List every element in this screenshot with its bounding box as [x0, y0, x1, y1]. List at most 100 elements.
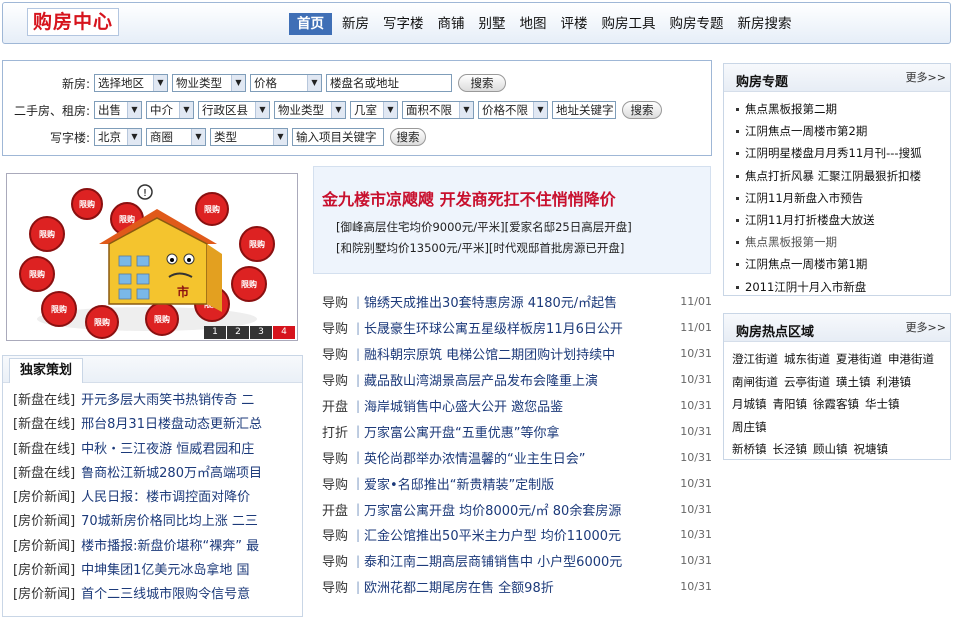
exclusive-tab[interactable]: 独家策划	[9, 358, 84, 383]
news-title[interactable]: 锦绣天成推出30套特惠房源 4180元/㎡起售	[364, 292, 617, 311]
nav-tools[interactable]: 购房工具	[595, 13, 663, 35]
news-row[interactable]: 开盘 | 万家富公寓开盘 均价8000元/㎡ 80余套房源 10/31	[322, 496, 712, 522]
news-row[interactable]: 导购 | 英伦尚郡举办浓情温馨的“业主生日会” 10/31	[322, 444, 712, 470]
search-office-button[interactable]: 搜索	[390, 128, 426, 146]
list-item[interactable]: [新盘在线] 鲁商松江新城280万㎡高端项目	[13, 462, 285, 486]
hot-areas-more-link[interactable]: 更多>>	[906, 319, 946, 335]
pager-1[interactable]: 1	[204, 326, 226, 339]
list-item[interactable]: [新盘在线] 邢台8月31日楼盘动态更新汇总	[13, 413, 285, 437]
news-row[interactable]: 导购 | 欧洲花都二期尾房在售 全额98折 10/31	[322, 574, 712, 600]
topic-item[interactable]: 江阴焦点一周楼市第1期	[736, 253, 950, 275]
topic-item[interactable]: 焦点打折风暴 汇聚江阴最狠折扣楼	[736, 165, 950, 187]
search-second-hand-button[interactable]: 搜索	[622, 101, 662, 119]
area-link[interactable]: 城东街道	[784, 352, 830, 366]
rooms-select[interactable]: 几室 ▼	[350, 101, 398, 119]
news-row[interactable]: 导购 | 锦绣天成推出30套特惠房源 4180元/㎡起售 11/01	[322, 289, 712, 315]
topic-item[interactable]: 江阴明星楼盘月月秀11月刊---搜狐	[736, 142, 950, 164]
list-item[interactable]: [新盘在线] 中秋・三江夜游 恒威君园和庄	[13, 438, 285, 462]
site-logo[interactable]: 购房中心	[27, 8, 119, 36]
area-link[interactable]: 澄江街道	[732, 352, 778, 366]
list-item[interactable]: [房价新闻] 人民日报：楼市调控面对降价	[13, 486, 285, 510]
news-row[interactable]: 开盘 | 海岸城销售中心盛大公开 邀您品鉴 10/31	[322, 393, 712, 419]
headline-title[interactable]: 金九楼市凉飕飕 开发商死扛不住悄悄降价	[322, 186, 616, 210]
district-select[interactable]: 行政区县 ▼	[198, 101, 270, 119]
topic-item[interactable]: 焦点黑板报第一期	[736, 231, 950, 253]
news-title[interactable]: 英伦尚郡举办浓情温馨的“业主生日会”	[364, 448, 585, 467]
news-title[interactable]: 藏品敔山湾湖景高层产品发布会隆重上演	[364, 370, 598, 389]
search-new-house-button[interactable]: 搜索	[458, 74, 506, 92]
topic-item[interactable]: 江阴焦点一周楼市第2期	[736, 120, 950, 142]
news-row[interactable]: 导购 | 爱家•名邸推出“新贵精装”定制版 10/31	[322, 470, 712, 496]
headline-sub-1[interactable]: [御峰高层住宅均价9000元/平米][爱家名邸25日高层开盘]	[336, 219, 632, 235]
news-row[interactable]: 导购 | 长晟豪生环球公寓五星级样板房11月6日公开 11/01	[322, 315, 712, 341]
project-name-input[interactable]: 楼盘名或地址	[326, 74, 452, 92]
business-district-select[interactable]: 商圈 ▼	[146, 128, 206, 146]
news-title[interactable]: 泰和江南二期高层商铺销售中 小户型6000元	[364, 551, 622, 570]
agent-select[interactable]: 中介 ▼	[146, 101, 194, 119]
nav-home[interactable]: 首页	[289, 13, 332, 35]
news-row[interactable]: 打折 | 万家富公寓开盘“五重优惠”等你拿 10/31	[322, 418, 712, 444]
nav-office[interactable]: 写字楼	[376, 13, 431, 35]
price-select[interactable]: 价格 ▼	[250, 74, 322, 92]
area-link[interactable]: 徐霞客镇	[813, 397, 859, 411]
address-keyword-input[interactable]: 地址关键字	[552, 101, 616, 119]
list-item[interactable]: [房价新闻] 首个二三线城市限购令信号意	[13, 583, 285, 607]
nav-villa[interactable]: 别墅	[472, 13, 513, 35]
topic-item[interactable]: 焦点黑板报第二期	[736, 98, 950, 120]
nav-search[interactable]: 新房搜索	[731, 13, 799, 35]
topics-more-link[interactable]: 更多>>	[906, 69, 946, 85]
news-row[interactable]: 导购 | 泰和江南二期高层商铺销售中 小户型6000元 10/31	[322, 548, 712, 574]
nav-map[interactable]: 地图	[513, 13, 554, 35]
area-link[interactable]: 璜土镇	[836, 375, 871, 389]
city-select[interactable]: 北京 ▼	[94, 128, 142, 146]
area-link[interactable]: 新桥镇	[732, 442, 767, 456]
area-link[interactable]: 月城镇	[732, 397, 767, 411]
list-item[interactable]: [房价新闻] 70城新房价格同比均上涨 二三	[13, 510, 285, 534]
news-title[interactable]: 长晟豪生环球公寓五星级样板房11月6日公开	[364, 318, 623, 337]
news-title[interactable]: 万家富公寓开盘“五重优惠”等你拿	[364, 422, 559, 441]
area-link[interactable]: 云亭街道	[784, 375, 830, 389]
topic-item[interactable]: 2011江阴十月入市新盘	[736, 276, 950, 298]
office-keyword-input[interactable]: 输入项目关键字	[292, 128, 384, 146]
area-link[interactable]: 利港镇	[877, 375, 912, 389]
news-title[interactable]: 万家富公寓开盘 均价8000元/㎡ 80余套房源	[364, 500, 621, 519]
area-link[interactable]: 夏港街道	[836, 352, 882, 366]
news-row[interactable]: 导购 | 融科朝宗原筑 电梯公馆二期团购计划持续中 10/31	[322, 341, 712, 367]
pager-4[interactable]: 4	[273, 326, 295, 339]
topic-item[interactable]: 江阴11月新盘入市预告	[736, 187, 950, 209]
news-row[interactable]: 导购 | 汇金公馆推出50平米主力户型 均价11000元 10/31	[322, 522, 712, 548]
news-row[interactable]: 导购 | 藏品敔山湾湖景高层产品发布会隆重上演 10/31	[322, 367, 712, 393]
news-title[interactable]: 融科朝宗原筑 电梯公馆二期团购计划持续中	[364, 344, 615, 363]
news-title[interactable]: 欧洲花都二期尾房在售 全额98折	[364, 577, 554, 596]
area-link[interactable]: 祝塘镇	[854, 442, 889, 456]
news-title[interactable]: 海岸城销售中心盛大公开 邀您品鉴	[364, 396, 563, 415]
area-link[interactable]: 南闸街道	[732, 375, 778, 389]
area-link[interactable]: 华士镇	[865, 397, 900, 411]
list-item[interactable]: [房价新闻] 楼市播报:新盘价堪称“裸奔” 最	[13, 535, 285, 559]
property-type-select[interactable]: 物业类型 ▼	[172, 74, 246, 92]
banner-slideshow[interactable]: 限购 限购 限购 限购 限购 限购 限购 限购 限购 限购 限购 市 !	[6, 173, 298, 341]
property-type-select-2[interactable]: 物业类型 ▼	[274, 101, 346, 119]
news-title[interactable]: 汇金公馆推出50平米主力户型 均价11000元	[364, 525, 621, 544]
nav-new-house[interactable]: 新房	[335, 13, 376, 35]
region-select[interactable]: 选择地区 ▼	[94, 74, 168, 92]
nav-topics[interactable]: 购房专题	[663, 13, 731, 35]
list-item[interactable]: [房价新闻] 中坤集团1亿美元冰岛拿地 国	[13, 559, 285, 583]
area-link[interactable]: 青阳镇	[773, 397, 808, 411]
area-select[interactable]: 面积不限 ▼	[402, 101, 474, 119]
headline-sub-2[interactable]: [和院别墅均价13500元/平米][时代观邸首批房源已开盘]	[336, 240, 624, 256]
nav-shop[interactable]: 商铺	[431, 13, 472, 35]
area-link[interactable]: 长泾镇	[773, 442, 808, 456]
price-select-2[interactable]: 价格不限 ▼	[478, 101, 548, 119]
news-title[interactable]: 爱家•名邸推出“新贵精装”定制版	[364, 474, 554, 493]
pager-2[interactable]: 2	[227, 326, 249, 339]
area-link[interactable]: 顾山镇	[813, 442, 848, 456]
area-link[interactable]: 申港街道	[888, 352, 934, 366]
area-link[interactable]: 周庄镇	[732, 420, 767, 434]
sale-type-select[interactable]: 出售 ▼	[94, 101, 142, 119]
nav-review[interactable]: 评楼	[554, 13, 595, 35]
pager-3[interactable]: 3	[250, 326, 272, 339]
list-item[interactable]: [新盘在线] 开元多层大雨笑书热销传奇 二	[13, 389, 285, 413]
topic-item[interactable]: 江阴11月打折楼盘大放送	[736, 209, 950, 231]
office-type-select[interactable]: 类型 ▼	[210, 128, 288, 146]
